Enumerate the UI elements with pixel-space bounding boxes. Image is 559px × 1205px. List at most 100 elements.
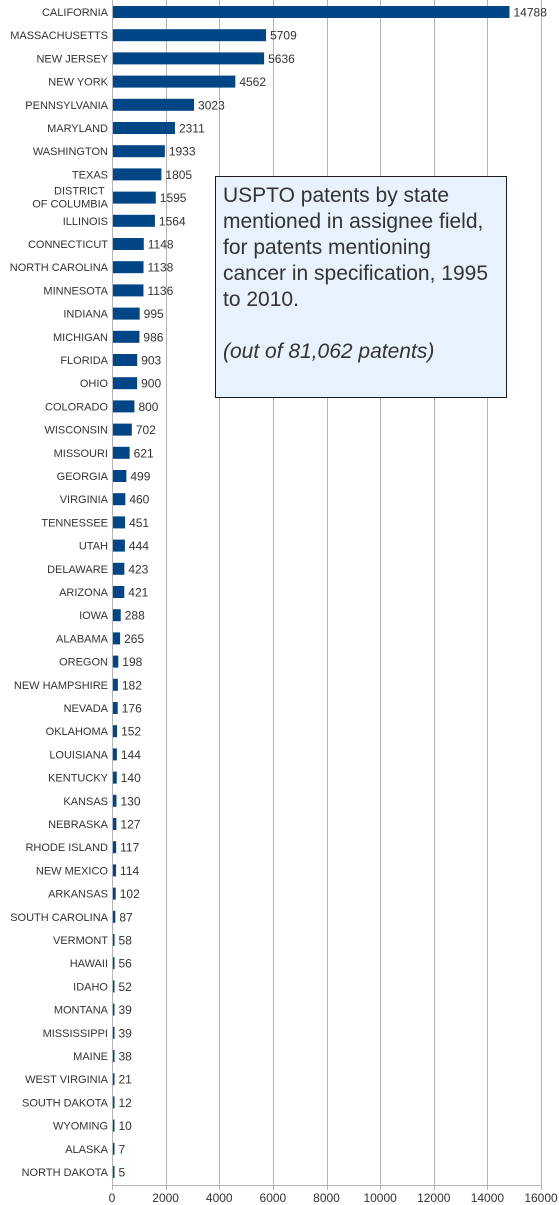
value-label: 14788 (514, 6, 548, 20)
bar-west-virginia (113, 1073, 115, 1086)
bar-new-mexico (113, 864, 117, 877)
category-label: WEST VIRGINIA (25, 1074, 109, 1086)
value-label: 198 (122, 655, 142, 669)
value-label: 38 (119, 1050, 133, 1064)
bar-south-dakota (113, 1096, 115, 1109)
category-label: DELAWARE (47, 564, 108, 576)
bar-north-dakota (113, 1166, 115, 1178)
category-label: MICHIGAN (53, 332, 108, 344)
category-label: ARKANSAS (48, 889, 108, 901)
category-label: WISCONSIN (44, 425, 108, 437)
value-label: 2311 (179, 122, 205, 136)
bar-kentucky (113, 771, 117, 784)
value-label: 102 (120, 887, 140, 901)
value-label: 265 (124, 632, 144, 646)
bar-arkansas (113, 887, 116, 900)
bar-ohio (113, 377, 138, 390)
category-label: CALIFORNIA (42, 7, 109, 19)
value-label: 800 (138, 400, 158, 414)
category-label: PENNSYLVANIA (25, 100, 108, 112)
bar-hawaii (113, 957, 115, 970)
value-label: 12 (119, 1096, 133, 1110)
value-label: 117 (120, 841, 139, 855)
bar-district-of-columbia (113, 191, 156, 204)
category-label: MINNESOTA (43, 285, 108, 297)
category-label: OKLAHOMA (46, 726, 109, 738)
bar-rhode-island (113, 841, 117, 854)
bar-alaska (113, 1142, 115, 1155)
value-label: 87 (119, 910, 133, 924)
value-label: 903 (141, 354, 161, 368)
category-label: FLORIDA (60, 355, 108, 367)
bar-wyoming (113, 1119, 115, 1132)
category-label: VERMONT (53, 935, 108, 947)
category-label: MISSOURI (54, 448, 108, 460)
category-label-line: OF COLUMBIA (32, 199, 108, 211)
category-label: UTAH (79, 541, 108, 553)
category-label: NEVADA (64, 703, 109, 715)
category-label: TENNESSEE (41, 517, 108, 529)
bar-oregon (113, 655, 119, 668)
value-label: 127 (120, 818, 140, 832)
value-label: 986 (143, 330, 163, 344)
value-label: 144 (121, 748, 141, 762)
bar-montana (113, 1003, 115, 1016)
category-label: NORTH DAKOTA (22, 1167, 109, 1179)
value-label: 182 (122, 678, 142, 692)
value-label: 130 (120, 794, 140, 808)
category-label: COLORADO (45, 401, 108, 413)
bar-alabama (113, 632, 121, 645)
category-label-line: DISTRICT (54, 186, 105, 198)
bar-utah (113, 539, 125, 552)
value-label: 1138 (148, 261, 174, 275)
x-tick-label: 14000 (471, 1191, 505, 1205)
bar-nebraska (113, 818, 117, 830)
x-tick-label: 6000 (260, 1191, 287, 1205)
category-label: RHODE ISLAND (25, 842, 108, 854)
bar-pennsylvania (113, 98, 195, 111)
value-label: 1595 (160, 191, 187, 205)
category-label: MARYLAND (47, 123, 108, 135)
value-label: 10 (119, 1119, 133, 1133)
bar-south-carolina (113, 910, 116, 923)
bar-iowa (113, 609, 121, 622)
value-label: 21 (119, 1073, 133, 1087)
bar-maine (113, 1050, 115, 1062)
bar-minnesota (113, 284, 144, 297)
bar-idaho (113, 980, 115, 993)
value-label: 1136 (147, 284, 173, 298)
annotation-note: (out of 81,062 patents) (223, 340, 435, 363)
category-label: VIRGINIA (60, 494, 109, 506)
category-label: GEORGIA (57, 471, 109, 483)
bar-new-jersey (113, 52, 265, 65)
bar-delaware (113, 562, 125, 575)
value-label: 56 (119, 957, 133, 971)
bar-washington (113, 145, 165, 158)
category-label: TEXAS (72, 169, 108, 181)
x-tick-label: 12000 (417, 1191, 451, 1205)
value-label: 1805 (165, 168, 192, 182)
bar-arizona (113, 586, 125, 598)
value-label: 288 (125, 609, 145, 623)
category-label: IOWA (79, 610, 109, 622)
category-label: NEW YORK (48, 77, 108, 89)
category-label: ALASKA (65, 1144, 108, 1156)
value-label: 451 (129, 516, 149, 530)
bar-indiana (113, 307, 140, 320)
category-label: NEW HAMPSHIRE (14, 680, 108, 692)
bar-colorado (113, 400, 135, 413)
category-label: KANSAS (63, 796, 108, 808)
value-label: 58 (119, 934, 133, 948)
bar-massachusetts (113, 29, 267, 42)
category-label: ARIZONA (59, 587, 109, 599)
category-label: DISTRICT OF COLUMBIA (32, 186, 108, 211)
category-label: NORTH CAROLINA (10, 262, 109, 274)
x-tick-label: 8000 (313, 1191, 340, 1205)
category-label: CONNECTICUT (28, 239, 108, 251)
bar-florida (113, 354, 138, 366)
value-label: 5636 (268, 52, 295, 66)
value-label: 114 (120, 864, 139, 878)
category-label: LOUISIANA (49, 749, 108, 761)
category-label: IDAHO (73, 981, 108, 993)
bar-new-york (113, 75, 236, 88)
